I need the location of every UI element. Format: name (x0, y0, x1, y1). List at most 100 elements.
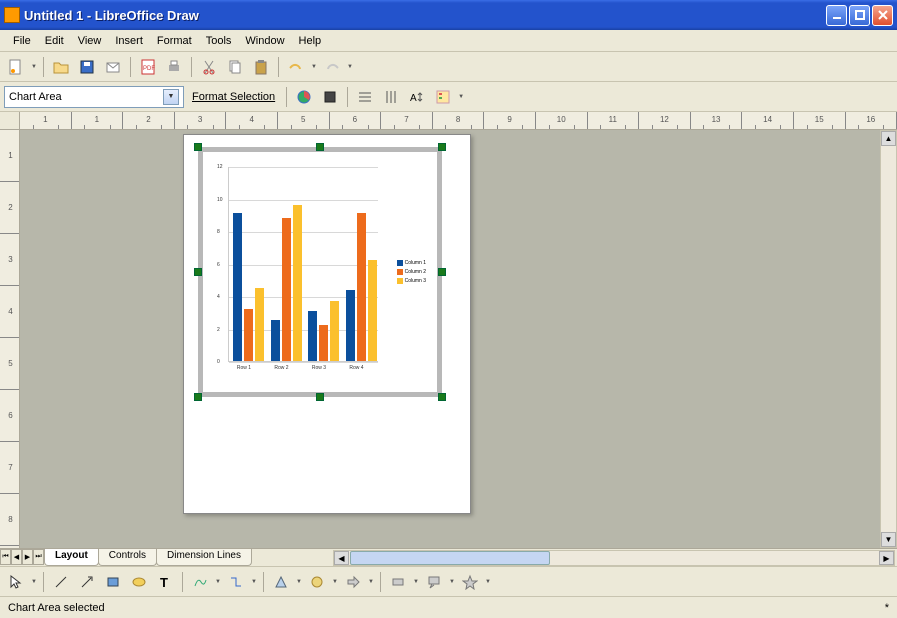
menu-insert[interactable]: Insert (108, 33, 150, 49)
callout-dropdown[interactable]: ▼ (448, 579, 456, 585)
canvas[interactable]: 024681012Row 1Row 2Row 3Row 4 Column 1Co… (20, 130, 880, 548)
scroll-left-icon[interactable]: ◀ (334, 551, 349, 565)
callout-tool[interactable] (422, 570, 446, 594)
basic-shapes-tool[interactable] (269, 570, 293, 594)
save-button[interactable] (75, 55, 99, 79)
copy-button[interactable] (223, 55, 247, 79)
connector-tool[interactable] (224, 570, 248, 594)
new-button[interactable] (4, 55, 28, 79)
connector-dropdown[interactable]: ▼ (250, 579, 258, 585)
stars-dropdown[interactable]: ▼ (484, 579, 492, 585)
chart-area[interactable]: 024681012Row 1Row 2Row 3Row 4 Column 1Co… (208, 157, 432, 387)
drawing-toolbar: ▼ T ▼ ▼ ▼ ▼ ▼ ▼ ▼ ▼ (0, 566, 897, 596)
symbol-shapes-tool[interactable] (305, 570, 329, 594)
email-button[interactable] (101, 55, 125, 79)
symbol-dropdown[interactable]: ▼ (331, 579, 339, 585)
grid-v-button[interactable] (379, 85, 403, 109)
separator (182, 572, 183, 592)
separator (191, 57, 192, 77)
resize-handle[interactable] (438, 143, 446, 151)
tab-last-button[interactable]: ⏭ (33, 549, 44, 565)
print-button[interactable] (162, 55, 186, 79)
scroll-down-icon[interactable]: ▼ (881, 532, 896, 547)
text-tool[interactable]: T (153, 570, 177, 594)
resize-handle[interactable] (194, 393, 202, 401)
menu-window[interactable]: Window (238, 33, 291, 49)
undo-dropdown[interactable]: ▼ (310, 64, 318, 70)
curve-dropdown[interactable]: ▼ (214, 579, 222, 585)
arrows-dropdown[interactable]: ▼ (367, 579, 375, 585)
menu-view[interactable]: View (71, 33, 109, 49)
block-arrows-tool[interactable] (341, 570, 365, 594)
chart-type-button[interactable] (292, 85, 316, 109)
pdf-button[interactable]: PDF (136, 55, 160, 79)
minimize-button[interactable] (826, 5, 847, 26)
menu-tools[interactable]: Tools (199, 33, 239, 49)
legend-button[interactable] (431, 85, 455, 109)
line-tool[interactable] (49, 570, 73, 594)
grid-h-button[interactable] (353, 85, 377, 109)
close-button[interactable] (872, 5, 893, 26)
menu-file[interactable]: File (6, 33, 38, 49)
resize-handle[interactable] (438, 268, 446, 276)
chart-3d-button[interactable] (318, 85, 342, 109)
menu-edit[interactable]: Edit (38, 33, 71, 49)
chart-object[interactable]: 024681012Row 1Row 2Row 3Row 4 Column 1Co… (198, 147, 442, 397)
curve-tool[interactable] (188, 570, 212, 594)
status-bar: Chart Area selected * (0, 596, 897, 618)
paste-button[interactable] (249, 55, 273, 79)
tab-prev-button[interactable]: ◀ (11, 549, 22, 565)
horizontal-scrollbar[interactable]: ◀ ▶ (333, 550, 895, 566)
svg-text:A: A (410, 93, 417, 104)
menu-help[interactable]: Help (292, 33, 329, 49)
flowchart-tool[interactable] (386, 570, 410, 594)
separator (286, 87, 287, 107)
format-selection-button[interactable]: Format Selection (186, 91, 281, 103)
resize-handle[interactable] (438, 393, 446, 401)
legend-dropdown[interactable]: ▼ (457, 94, 465, 100)
resize-handle[interactable] (194, 143, 202, 151)
arrow-tool[interactable] (75, 570, 99, 594)
menu-format[interactable]: Format (150, 33, 199, 49)
rectangle-tool[interactable] (101, 570, 125, 594)
tab-dimension-lines[interactable]: Dimension Lines (156, 549, 252, 566)
chart-element-select[interactable]: Chart Area ▼ (4, 86, 184, 108)
vertical-ruler: 12345678910 (0, 130, 20, 548)
standard-toolbar: ▼ PDF ▼ ▼ (0, 52, 897, 82)
chevron-down-icon[interactable]: ▼ (163, 89, 179, 105)
select-tool[interactable] (4, 570, 28, 594)
title-bar: Untitled 1 - LibreOffice Draw (0, 0, 897, 30)
modified-indicator: * (885, 602, 889, 614)
tab-layout[interactable]: Layout (44, 549, 99, 566)
shapes-dropdown[interactable]: ▼ (295, 579, 303, 585)
redo-dropdown[interactable]: ▼ (346, 64, 354, 70)
flowchart-dropdown[interactable]: ▼ (412, 579, 420, 585)
new-dropdown[interactable]: ▼ (30, 64, 38, 70)
tab-scroll-row: ⏮ ◀ ▶ ⏭ Layout Controls Dimension Lines … (0, 548, 897, 566)
ellipse-tool[interactable] (127, 570, 151, 594)
tab-first-button[interactable]: ⏮ (0, 549, 11, 565)
scroll-right-icon[interactable]: ▶ (879, 551, 894, 565)
cut-button[interactable] (197, 55, 221, 79)
separator (130, 57, 131, 77)
resize-handle[interactable] (194, 268, 202, 276)
select-dropdown[interactable]: ▼ (30, 579, 38, 585)
page[interactable]: 024681012Row 1Row 2Row 3Row 4 Column 1Co… (183, 134, 471, 514)
chart-plot: 024681012Row 1Row 2Row 3Row 4 (228, 167, 378, 362)
open-button[interactable] (49, 55, 73, 79)
resize-handle[interactable] (316, 393, 324, 401)
chart-legend: Column 1Column 2Column 3 (397, 258, 426, 286)
scroll-up-icon[interactable]: ▲ (881, 131, 896, 146)
maximize-button[interactable] (849, 5, 870, 26)
vertical-scrollbar[interactable]: ▲ ▼ (880, 130, 897, 548)
undo-button[interactable] (284, 55, 308, 79)
svg-text:PDF: PDF (143, 66, 155, 72)
tab-controls[interactable]: Controls (98, 549, 157, 566)
scale-text-button[interactable]: A (405, 85, 429, 109)
stars-tool[interactable] (458, 570, 482, 594)
window-title: Untitled 1 - LibreOffice Draw (24, 8, 824, 23)
resize-handle[interactable] (316, 143, 324, 151)
scrollbar-thumb[interactable] (350, 551, 550, 565)
redo-button[interactable] (320, 55, 344, 79)
tab-next-button[interactable]: ▶ (22, 549, 33, 565)
